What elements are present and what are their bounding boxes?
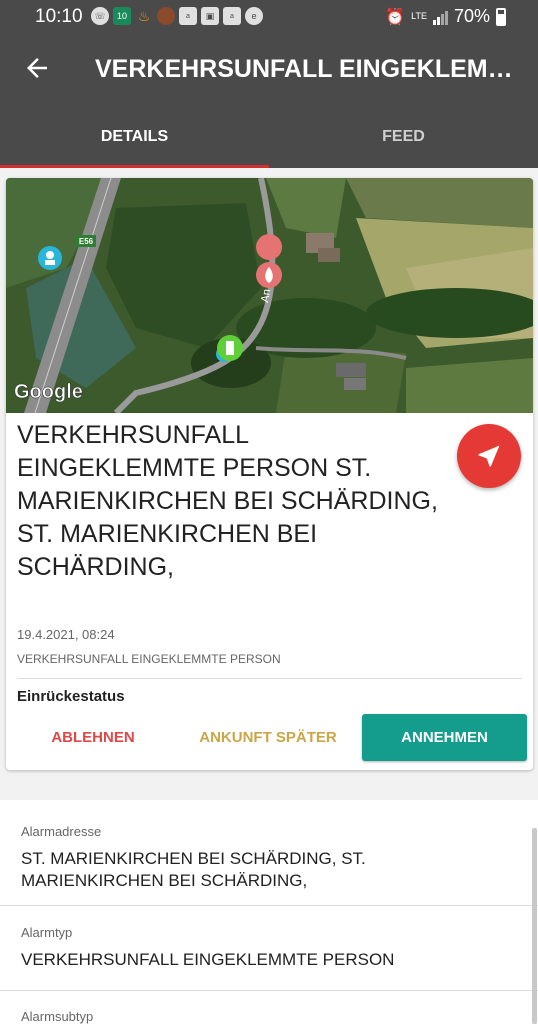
alarm-address-value: ST. MARIENKIRCHEN BEI SCHÄRDING, ST. MAR…	[21, 849, 366, 890]
battery-percent: 70%	[453, 6, 490, 26]
notification-icons: ☏ 10 ♨ a ▣ a e	[91, 7, 263, 25]
status-bar: 10:10 ☏ 10 ♨ a ▣ a e ⏰ LTE 70%	[0, 0, 538, 33]
alarm-subtype-label: Alarmsubtyp	[21, 1009, 94, 1024]
battery-icon	[496, 7, 506, 26]
alarm-address-label: Alarmadresse	[21, 824, 102, 839]
station-marker[interactable]	[38, 246, 62, 270]
divider	[17, 678, 522, 679]
alarm-type-value: VERKEHRSUNFALL EINGEKLEMMTE PERSON	[21, 950, 395, 969]
road-shield-label: E56	[79, 237, 94, 246]
app-bar: VERKEHRSUNFALL EINGEKLEMMTE PERSON	[0, 33, 538, 105]
alarm-title: VERKEHRSUNFALL EINGEKLEMMTE PERSON ST. M…	[17, 421, 438, 581]
amazon-icon: a	[179, 7, 197, 25]
alarm-type-label: Alarmtyp	[21, 925, 73, 940]
list-item: Alarmtyp VERKEHRSUNFALL EINGEKLEMMTE PER…	[0, 906, 538, 990]
alarm-icon: ⏰	[385, 8, 406, 26]
accept-button[interactable]: ANNEHMEN	[362, 714, 527, 761]
network-type: LTE	[411, 11, 427, 21]
google-attribution: Google	[14, 381, 83, 403]
tab-details[interactable]: DETAILS	[0, 105, 269, 168]
page-title: VERKEHRSUNFALL EINGEKLEMMTE PERSON	[95, 55, 525, 83]
details-list: Alarmadresse ST. MARIENKIRCHEN BEI SCHÄR…	[0, 800, 538, 1024]
back-arrow-icon[interactable]	[22, 53, 52, 83]
tab-feed[interactable]: FEED	[269, 105, 538, 168]
alarm-subtitle: VERKEHRSUNFALL EINGEKLEMMTE PERSON	[17, 652, 281, 666]
alarm-date: 19.4.2021, 08:24	[17, 627, 115, 642]
amazon-icon: a	[223, 7, 241, 25]
alarm-card: E56 An Google VERKEHRSUNFALL EINGEKLEMMT…	[6, 178, 533, 770]
map-view[interactable]: E56 An Google	[6, 178, 533, 413]
image-icon: ▣	[201, 7, 219, 25]
tab-bar: DETAILS FEED	[0, 105, 538, 168]
app-icon	[157, 7, 175, 25]
arrive-later-button[interactable]: ANKUNFT SPÄTER	[192, 714, 344, 761]
e-icon: e	[245, 7, 263, 25]
calendar-icon: 10	[113, 7, 131, 25]
street-label: An	[259, 288, 273, 303]
navigation-arrow-icon	[478, 445, 500, 467]
whatsapp-icon: ☏	[91, 7, 109, 25]
signal-icon	[432, 9, 448, 25]
decline-button[interactable]: ABLEHNEN	[28, 714, 158, 761]
scrollbar[interactable]	[532, 828, 537, 1024]
navigate-button[interactable]	[457, 424, 521, 488]
list-item: Alarmsubtyp	[0, 991, 538, 1024]
status-label: Einrückestatus	[17, 688, 125, 705]
flame-icon: ♨	[137, 7, 151, 24]
status-time: 10:10	[35, 6, 83, 27]
tab-indicator	[0, 165, 269, 168]
list-item: Alarmadresse ST. MARIENKIRCHEN BEI SCHÄR…	[0, 800, 538, 905]
